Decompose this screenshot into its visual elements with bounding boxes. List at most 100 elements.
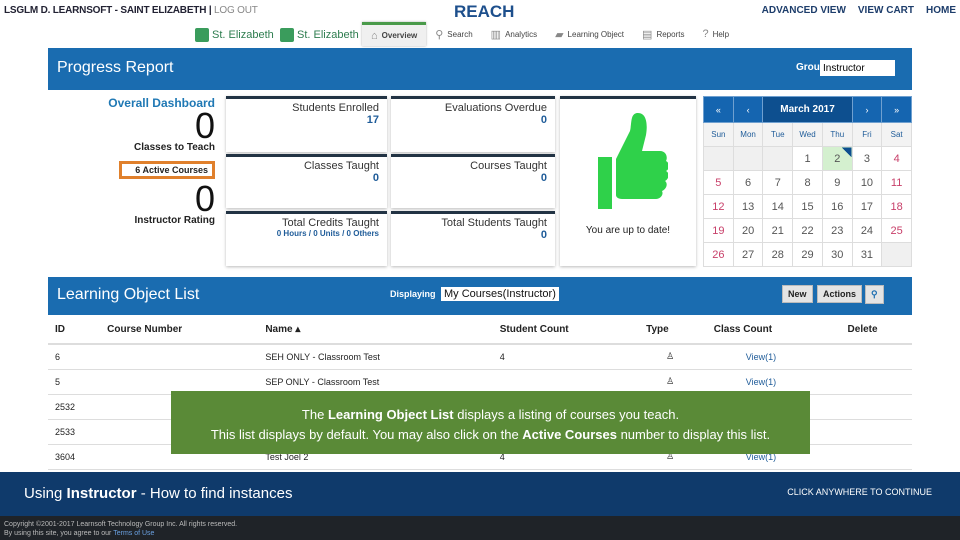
calendar-day[interactable]: 30 xyxy=(821,242,853,267)
calendar-day[interactable]: 24 xyxy=(851,218,883,243)
calendar-day[interactable]: 25 xyxy=(881,218,912,243)
calendar-empty xyxy=(732,146,764,171)
nav-reports[interactable]: ▤ Reports xyxy=(633,22,693,46)
view-link[interactable]: View(1) xyxy=(714,377,776,387)
card-label: Students Enrolled xyxy=(292,102,379,114)
calendar-day[interactable]: 9 xyxy=(821,170,853,195)
logo-st-elizabeth-2: St. Elizabeth xyxy=(280,26,359,44)
calendar-day[interactable]: 12 xyxy=(703,194,734,219)
advanced-view-link[interactable]: ADVANCED VIEW xyxy=(762,5,846,16)
logo-text: St. Elizabeth xyxy=(212,29,274,41)
new-button[interactable]: New xyxy=(782,285,813,303)
calendar-day[interactable]: 18 xyxy=(881,194,912,219)
calendar-day[interactable]: 7 xyxy=(762,170,794,195)
card-value[interactable]: 0 Hours / 0 Units / 0 Others xyxy=(234,229,379,238)
tutorial-banner[interactable]: Using Instructor - How to find instances… xyxy=(0,472,960,516)
column-header: Class Count xyxy=(706,316,841,345)
logo-st-elizabeth-1: St. Elizabeth xyxy=(195,26,274,44)
calendar-empty xyxy=(881,242,912,267)
calendar-day[interactable]: 2 xyxy=(821,146,853,171)
active-courses-link[interactable]: 6 Active Courses xyxy=(119,161,215,179)
overall-dashboard: Overall Dashboard 0 Classes to Teach 6 A… xyxy=(105,96,215,226)
logout-link[interactable]: LOG OUT xyxy=(214,5,258,16)
table-cell: 5 xyxy=(48,369,101,395)
card-value[interactable]: 0 xyxy=(399,114,547,126)
calendar-day[interactable]: 31 xyxy=(851,242,883,267)
prev-year-button[interactable]: « xyxy=(703,96,734,123)
calendar: «‹ March 2017 ›» Sun Mon Tue Wed Thu Fri Sat 123… xyxy=(703,96,912,267)
prev-month-button[interactable]: ‹ xyxy=(732,96,764,123)
displaying-select[interactable]: My Courses(Instructor) xyxy=(441,287,559,301)
table-cell: 2533 xyxy=(48,419,101,445)
actions-button[interactable]: Actions xyxy=(817,285,863,303)
view-link[interactable]: View(1) xyxy=(714,352,776,362)
calendar-day[interactable]: 23 xyxy=(821,218,853,243)
calendar-day[interactable]: 19 xyxy=(703,218,734,243)
calendar-day[interactable]: 10 xyxy=(851,170,883,195)
user-name: LSGLM D. LEARNSOFT - SAINT ELIZABETH xyxy=(4,5,207,16)
card-students-enrolled: Students Enrolled 17 xyxy=(226,96,387,152)
calendar-day[interactable]: 16 xyxy=(821,194,853,219)
progress-report-header: Progress Report Group xyxy=(48,48,912,90)
table-cell: SEH ONLY - Classroom Test xyxy=(258,344,493,370)
column-header: Type xyxy=(639,316,707,345)
search-icon[interactable]: ⚲ xyxy=(865,285,884,304)
calendar-day[interactable]: 28 xyxy=(762,242,794,267)
nav-help[interactable]: ? Help xyxy=(693,22,738,46)
home-icon: ⌂ xyxy=(371,29,378,42)
next-month-button[interactable]: › xyxy=(851,96,883,123)
calendar-day[interactable]: 5 xyxy=(703,170,734,195)
calendar-day[interactable]: 20 xyxy=(732,218,764,243)
table-cell: 2532 xyxy=(48,394,101,420)
home-link[interactable]: HOME xyxy=(926,5,956,16)
table-cell xyxy=(840,419,912,445)
calendar-day[interactable]: 14 xyxy=(762,194,794,219)
column-header[interactable]: Name ▴ xyxy=(258,316,493,345)
main-nav: ⌂ Overview ⚲ Search ▥ Analytics ▰ Learning O… xyxy=(362,22,738,46)
calendar-day[interactable]: 22 xyxy=(792,218,823,243)
calendar-day[interactable]: 29 xyxy=(792,242,823,267)
copyright: Copyright ©2001-2017 Learnsoft Technolog… xyxy=(4,521,238,528)
nav-label: Analytics xyxy=(505,29,538,39)
card-value[interactable]: 0 xyxy=(399,172,547,184)
footer: Copyright ©2001-2017 Learnsoft Technolog… xyxy=(0,516,960,540)
nav-search[interactable]: ⚲ Search xyxy=(426,22,481,46)
table-row[interactable]: 6 SEH ONLY - Classroom Test 4 ♙ View(1) xyxy=(48,344,912,370)
top-links: ADVANCED VIEW VIEW CART HOME xyxy=(762,5,956,16)
calendar-day[interactable]: 8 xyxy=(792,170,823,195)
card-value[interactable]: 17 xyxy=(234,114,379,126)
classes-to-teach-label: Classes to Teach xyxy=(134,142,215,153)
calendar-day[interactable]: 17 xyxy=(851,194,883,219)
card-value[interactable]: 0 xyxy=(234,172,379,184)
card-value[interactable]: 0 xyxy=(399,229,547,241)
calendar-day[interactable]: 4 xyxy=(881,146,912,171)
calendar-day[interactable]: 1 xyxy=(792,146,823,171)
card-label: Evaluations Overdue xyxy=(444,102,547,114)
next-year-button[interactable]: » xyxy=(881,96,912,123)
group-input[interactable] xyxy=(820,60,895,76)
calendar-day[interactable]: 15 xyxy=(792,194,823,219)
terms-link[interactable]: Terms of Use xyxy=(113,530,154,537)
table-cell: 6 xyxy=(48,344,101,370)
classroom-type-icon: ♙ xyxy=(666,376,675,386)
terms-line: By using this site, you agree to our Ter… xyxy=(4,530,155,537)
classroom-type-icon: ♙ xyxy=(666,351,675,362)
nav-overview[interactable]: ⌂ Overview xyxy=(362,22,427,46)
nav-analytics[interactable]: ▥ Analytics xyxy=(482,22,546,46)
calendar-day[interactable]: 13 xyxy=(732,194,764,219)
weekday-header: Sat xyxy=(881,122,912,147)
view-cart-link[interactable]: VIEW CART xyxy=(858,5,914,16)
table-cell[interactable]: View(1) xyxy=(706,344,841,370)
calendar-day[interactable]: 6 xyxy=(732,170,764,195)
card-courses-taught: Courses Taught 0 xyxy=(391,154,555,208)
calendar-day[interactable]: 26 xyxy=(703,242,734,267)
calendar-day[interactable]: 11 xyxy=(881,170,912,195)
continue-button[interactable]: CLICK ANYWHERE TO CONTINUE xyxy=(787,487,932,497)
calendar-day[interactable]: 21 xyxy=(762,218,794,243)
nav-label: Overview xyxy=(381,31,418,40)
calendar-day[interactable]: 27 xyxy=(732,242,764,267)
calendar-day[interactable]: 3 xyxy=(851,146,883,171)
card-label: Courses Taught xyxy=(470,160,547,172)
up-to-date-card: You are up to date! xyxy=(560,96,696,266)
nav-learning-object[interactable]: ▰ Learning Object xyxy=(546,22,633,46)
